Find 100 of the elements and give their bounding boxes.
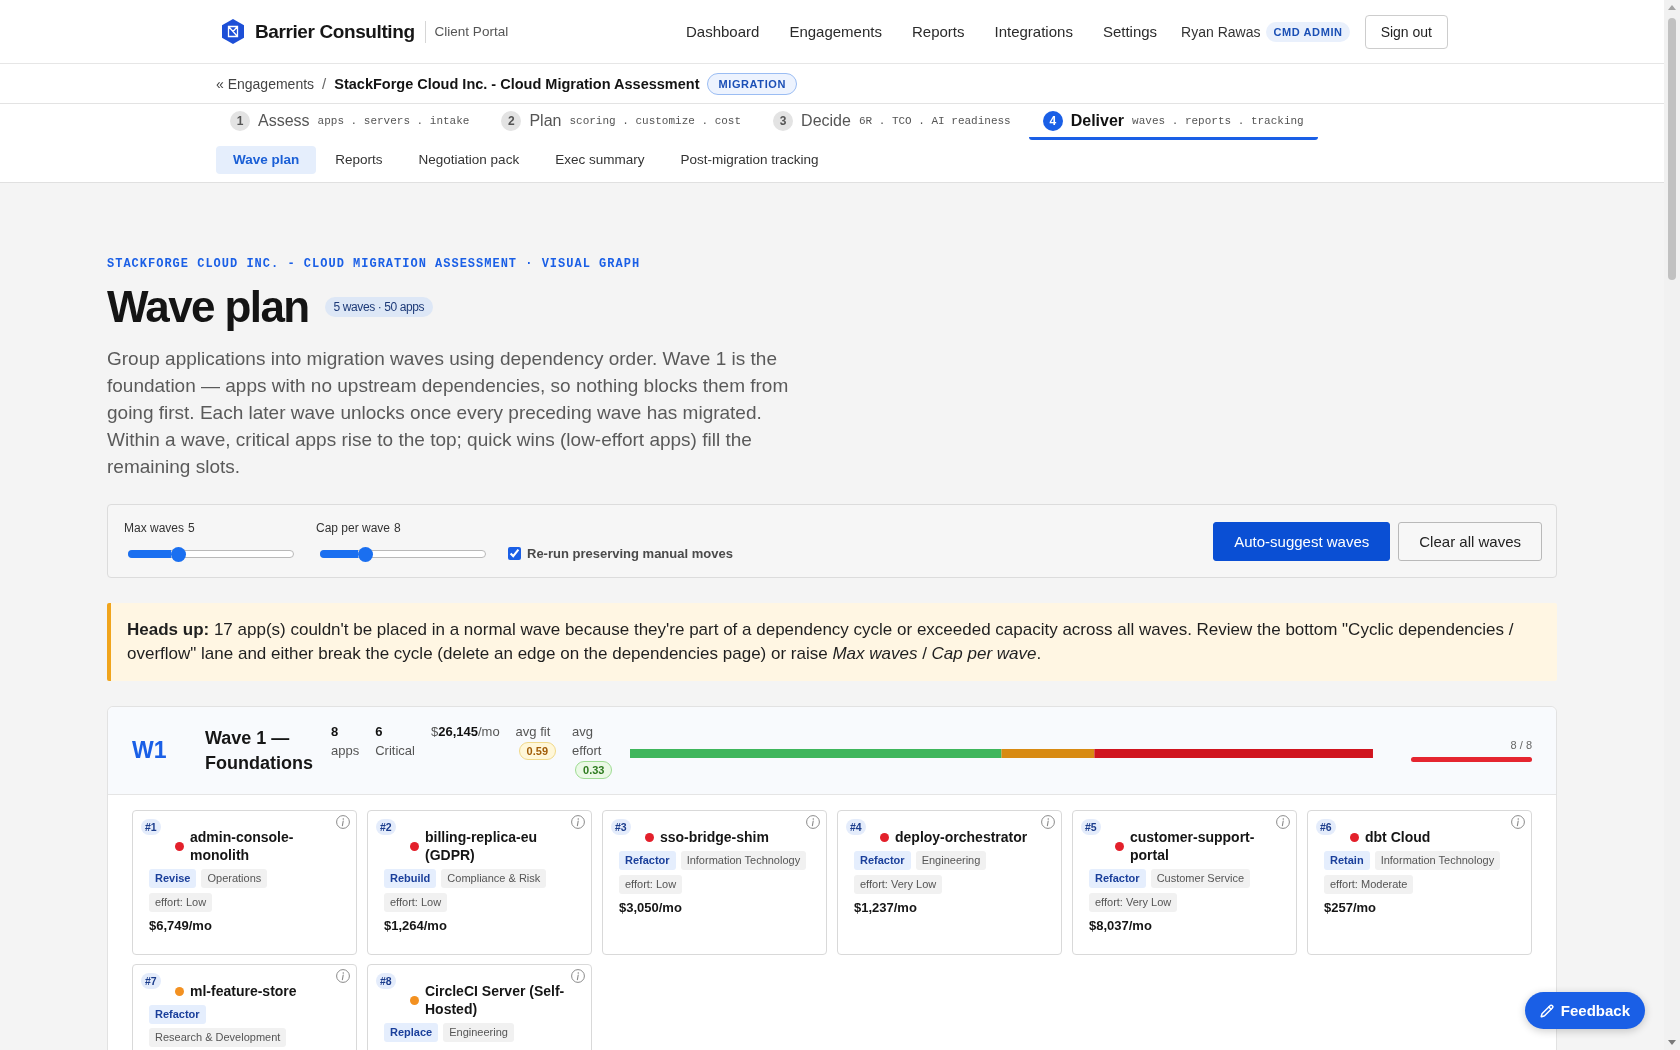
info-icon[interactable] [571,969,585,983]
app-card[interactable]: #6 dbt Cloud Retain Information Technology effort: Moderate $257/mo [1307,810,1532,955]
app-card[interactable]: #4 deploy-orchestrator Refactor Engineering effort: Very Low $1,237/mo [837,810,1062,955]
nav-link[interactable]: Integrations [994,23,1073,40]
stat-label: apps [331,742,360,760]
monthly-cost: $1,237/mo [854,900,918,916]
metric-label: avg effort [572,723,603,760]
effort-tag: effort: Very Low [1089,893,1178,912]
rank-badge: #6 [1316,819,1336,835]
info-icon[interactable] [1041,815,1055,829]
stat-value: 6 [375,723,384,741]
app-name: CircleCI Server (Self-Hosted) [425,982,566,1018]
effort-tag: effort: Low [384,893,448,912]
checkbox[interactable] [508,547,521,560]
app-name: ml-feature-store [190,982,297,1000]
sub-tab[interactable]: Negotiation pack [401,146,537,174]
user-name: Ryan Rawas [1181,23,1261,40]
sign-out-button[interactable]: Sign out [1364,14,1448,49]
warning-notice: Heads up: 17 app(s) couldn't be placed in a normal wave because they're part of a dependency cycle or exceeded capacity across all waves. Review the bottom "Cyclic dependencies / overflow" lane and either break the cycle (delete an edge on the dependencies page) or raise Max waves / Cap per wave. [107,603,1557,681]
info-icon[interactable] [571,815,585,829]
back-link[interactable]: « Engagements [216,75,315,92]
nav-link[interactable]: Dashboard [686,23,760,40]
nav-link[interactable]: Settings [1102,23,1158,40]
monthly-cost: $8,037/mo [1089,918,1153,934]
app-card[interactable]: #5 customer-support-portal Refactor Customer Service effort: Very Low $8,037/mo [1072,810,1297,955]
sub-tab[interactable]: Post-migration tracking [663,146,836,174]
app-card[interactable]: #8 CircleCI Server (Self-Hosted) Replace Engineering [367,964,592,1050]
info-icon[interactable] [1276,815,1290,829]
breadcrumb-separator: / [322,75,327,92]
slider-fill [320,550,359,558]
app-name: deploy-orchestrator [895,828,1028,846]
rank-badge: #1 [141,819,161,835]
app-card[interactable]: #2 billing-replica-eu (GDPR) Rebuild Compliance & Risk effort: Low $1,264/mo [367,810,592,955]
metric-badge: 0.33 [575,761,613,779]
feedback-button[interactable]: Feedback [1524,992,1645,1029]
slider-value: 8 [394,521,401,535]
step-tab[interactable]: 4 Deliver waves . reports . tracking [1028,104,1318,140]
strategy-tag: Rebuild [384,869,437,888]
rank-badge: #4 [846,819,866,835]
step-tab[interactable]: 1 Assess apps . servers . intake [216,104,484,140]
strategy-tag: Retain [1324,851,1370,870]
sub-tab[interactable]: Exec summary [538,146,662,174]
up-arrow-icon[interactable] [1668,5,1676,10]
rank-badge: #7 [141,973,161,989]
rank-badge: #8 [376,973,396,989]
page-title: Wave plan [107,281,309,333]
capacity-reading: 8 / 8 [1510,739,1532,751]
nav-link[interactable]: Reports [911,23,965,40]
app-card[interactable]: #1 admin-console-monolith Revise Operations effort: Low $6,749/mo [132,810,357,955]
pencil-icon [1539,1003,1554,1018]
step-tab[interactable]: 3 Decide 6R . TCO . AI readiness [759,104,1025,140]
strategy-tag: Refactor [619,851,676,870]
slider-value: 5 [188,521,195,535]
rank-badge: #5 [1081,819,1101,835]
step-tab[interactable]: 2 Plan scoring . customize . cost [487,104,756,140]
hexagon-logo-icon[interactable] [222,19,244,44]
app-card[interactable]: #7 ml-feature-store Refactor Research & Development [132,964,357,1050]
nav-link[interactable]: Engagements [789,23,882,40]
metric-label: avg fit [515,723,552,741]
brand-name: Barrier Consulting [255,20,415,43]
engagement-title: StackForge Cloud Inc. - Cloud Migration Assessment [334,75,700,92]
slider-label: Cap per wave [316,521,391,535]
app-card[interactable]: #3 sso-bridge-shim Refactor Information Technology effort: Low $3,050/mo [602,810,827,955]
monthly-cost: $3,050/mo [619,900,683,916]
slider-handle[interactable] [170,546,186,562]
primary-button[interactable]: Auto-suggest waves [1213,522,1391,561]
effort-tag: effort: Very Low [854,875,943,894]
secondary-button[interactable]: Clear all waves [1398,522,1542,561]
wave-code: W1 [132,737,168,764]
sub-tab[interactable]: Wave plan [216,146,317,174]
strategy-tag: Revise [149,869,197,888]
stat-label: Critical [375,742,415,760]
slider-fill [128,550,172,558]
department-tag: Information Technology [680,851,807,870]
info-icon[interactable] [806,815,820,829]
info-icon[interactable] [336,815,350,829]
role-badge: CMD ADMIN [1266,21,1350,42]
checkbox-label: Re-run preserving manual moves [527,546,733,561]
app-name: sso-bridge-shim [660,828,769,846]
department-tag: Research & Development [149,1028,287,1047]
monthly-cost: $257/mo [1324,900,1378,916]
strategy-tag: Refactor [1089,869,1146,888]
intro-text: Group applications into migration waves using dependency order. Wave 1 is the foundation — apps with no upstream dependencies, so nothing blocks them from going first. Each later wave unlocks once every preceding wave has migrated. Within a wave, critical apps rise to the top; quick wins (low-effort apps) fill the remaining slots. [107,347,790,479]
down-arrow-icon[interactable] [1668,1040,1676,1045]
wave-title: Wave 1 — Foundations [205,726,314,775]
app-name: billing-replica-eu (GDPR) [425,828,538,864]
slider-handle[interactable] [357,546,373,562]
count-badge: 5 waves · 50 apps [324,297,434,317]
info-icon[interactable] [336,969,350,983]
department-tag: Compliance & Risk [441,869,547,888]
strategy-tag: Refactor [854,851,911,870]
info-icon[interactable] [1511,815,1525,829]
effort-tag: effort: Low [149,893,213,912]
effort-tag: effort: Moderate [1324,875,1414,894]
monthly-cost: $6,749/mo [149,918,213,934]
scroll-thumb[interactable] [1668,18,1676,280]
department-tag: Engineering [915,851,987,870]
monthly-cost: $1,264/mo [384,918,448,934]
sub-tab[interactable]: Reports [318,146,400,174]
department-tag: Information Technology [1374,851,1501,870]
